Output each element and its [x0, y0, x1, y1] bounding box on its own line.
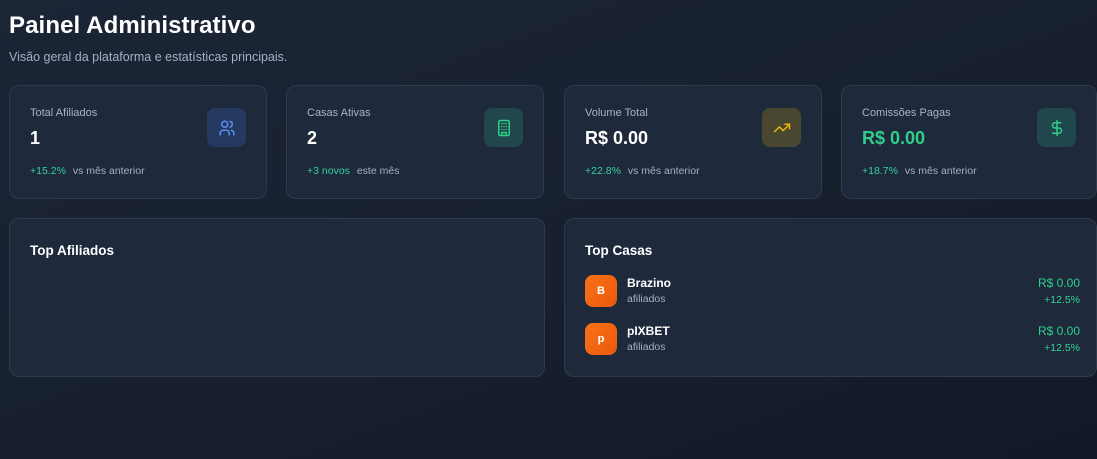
- panel-title: Top Afiliados: [30, 243, 114, 258]
- stat-label: Volume Total: [585, 107, 648, 119]
- stat-delta: +3 novos: [307, 165, 350, 177]
- stat-footer: +22.8% vs mês anterior: [585, 165, 700, 177]
- house-name: pIXBET: [627, 324, 670, 338]
- stat-delta: +15.2%: [30, 165, 66, 177]
- house-avatar: p: [585, 323, 617, 355]
- page-title: Painel Administrativo: [9, 12, 256, 39]
- page-subtitle: Visão geral da plataforma e estatísticas…: [9, 50, 288, 64]
- stat-value: 2: [307, 128, 318, 148]
- stat-note: vs mês anterior: [627, 165, 700, 177]
- house-subtitle: afiliados: [627, 341, 666, 353]
- stat-note: vs mês anterior: [72, 165, 145, 177]
- stat-note: este mês: [356, 165, 400, 177]
- stat-label: Comissões Pagas: [862, 107, 951, 119]
- panel-title: Top Casas: [585, 243, 653, 258]
- house-growth: +12.5%: [1044, 342, 1080, 354]
- stat-card-active-houses: Casas Ativas 2 +3 novos este mês: [286, 85, 544, 199]
- top-houses-panel: Top Casas B Brazino afiliados R$ 0.00 +1…: [564, 218, 1097, 377]
- building-icon: [484, 108, 523, 147]
- house-amount: R$ 0.00: [1037, 276, 1080, 290]
- house-subtitle: afiliados: [627, 293, 666, 305]
- stat-delta: +18.7%: [862, 165, 898, 177]
- stat-footer: +15.2% vs mês anterior: [30, 165, 145, 177]
- house-amount: R$ 0.00: [1037, 324, 1080, 338]
- stat-card-commissions-paid: Comissões Pagas R$ 0.00 +18.7% vs mês an…: [841, 85, 1097, 199]
- top-affiliates-panel: Top Afiliados: [9, 218, 545, 377]
- stat-card-total-affiliates: Total Afiliados 1 +15.2% vs mês anterior: [9, 85, 267, 199]
- stat-delta: +22.8%: [585, 165, 621, 177]
- dollar-icon: [1037, 108, 1076, 147]
- stat-value: R$ 0.00: [585, 128, 649, 148]
- house-row-brazino[interactable]: B Brazino afiliados R$ 0.00 +12.5%: [585, 275, 1080, 311]
- users-icon: [207, 108, 246, 147]
- stat-card-total-volume: Volume Total R$ 0.00 +22.8% vs mês anter…: [564, 85, 822, 199]
- stat-value: R$ 0.00: [862, 128, 926, 148]
- house-row-pixbet[interactable]: p pIXBET afiliados R$ 0.00 +12.5%: [585, 323, 1080, 359]
- house-growth: +12.5%: [1044, 294, 1080, 306]
- stat-label: Casas Ativas: [307, 107, 371, 119]
- stat-label: Total Afiliados: [30, 107, 98, 119]
- trending-up-icon: [762, 108, 801, 147]
- stat-footer: +18.7% vs mês anterior: [862, 165, 977, 177]
- stat-footer: +3 novos este mês: [307, 165, 399, 177]
- house-name: Brazino: [627, 276, 672, 290]
- admin-dashboard: Painel Administrativo Visão geral da pla…: [0, 0, 1097, 459]
- stat-note: vs mês anterior: [904, 165, 977, 177]
- house-avatar: B: [585, 275, 617, 307]
- stat-value: 1: [30, 128, 41, 148]
